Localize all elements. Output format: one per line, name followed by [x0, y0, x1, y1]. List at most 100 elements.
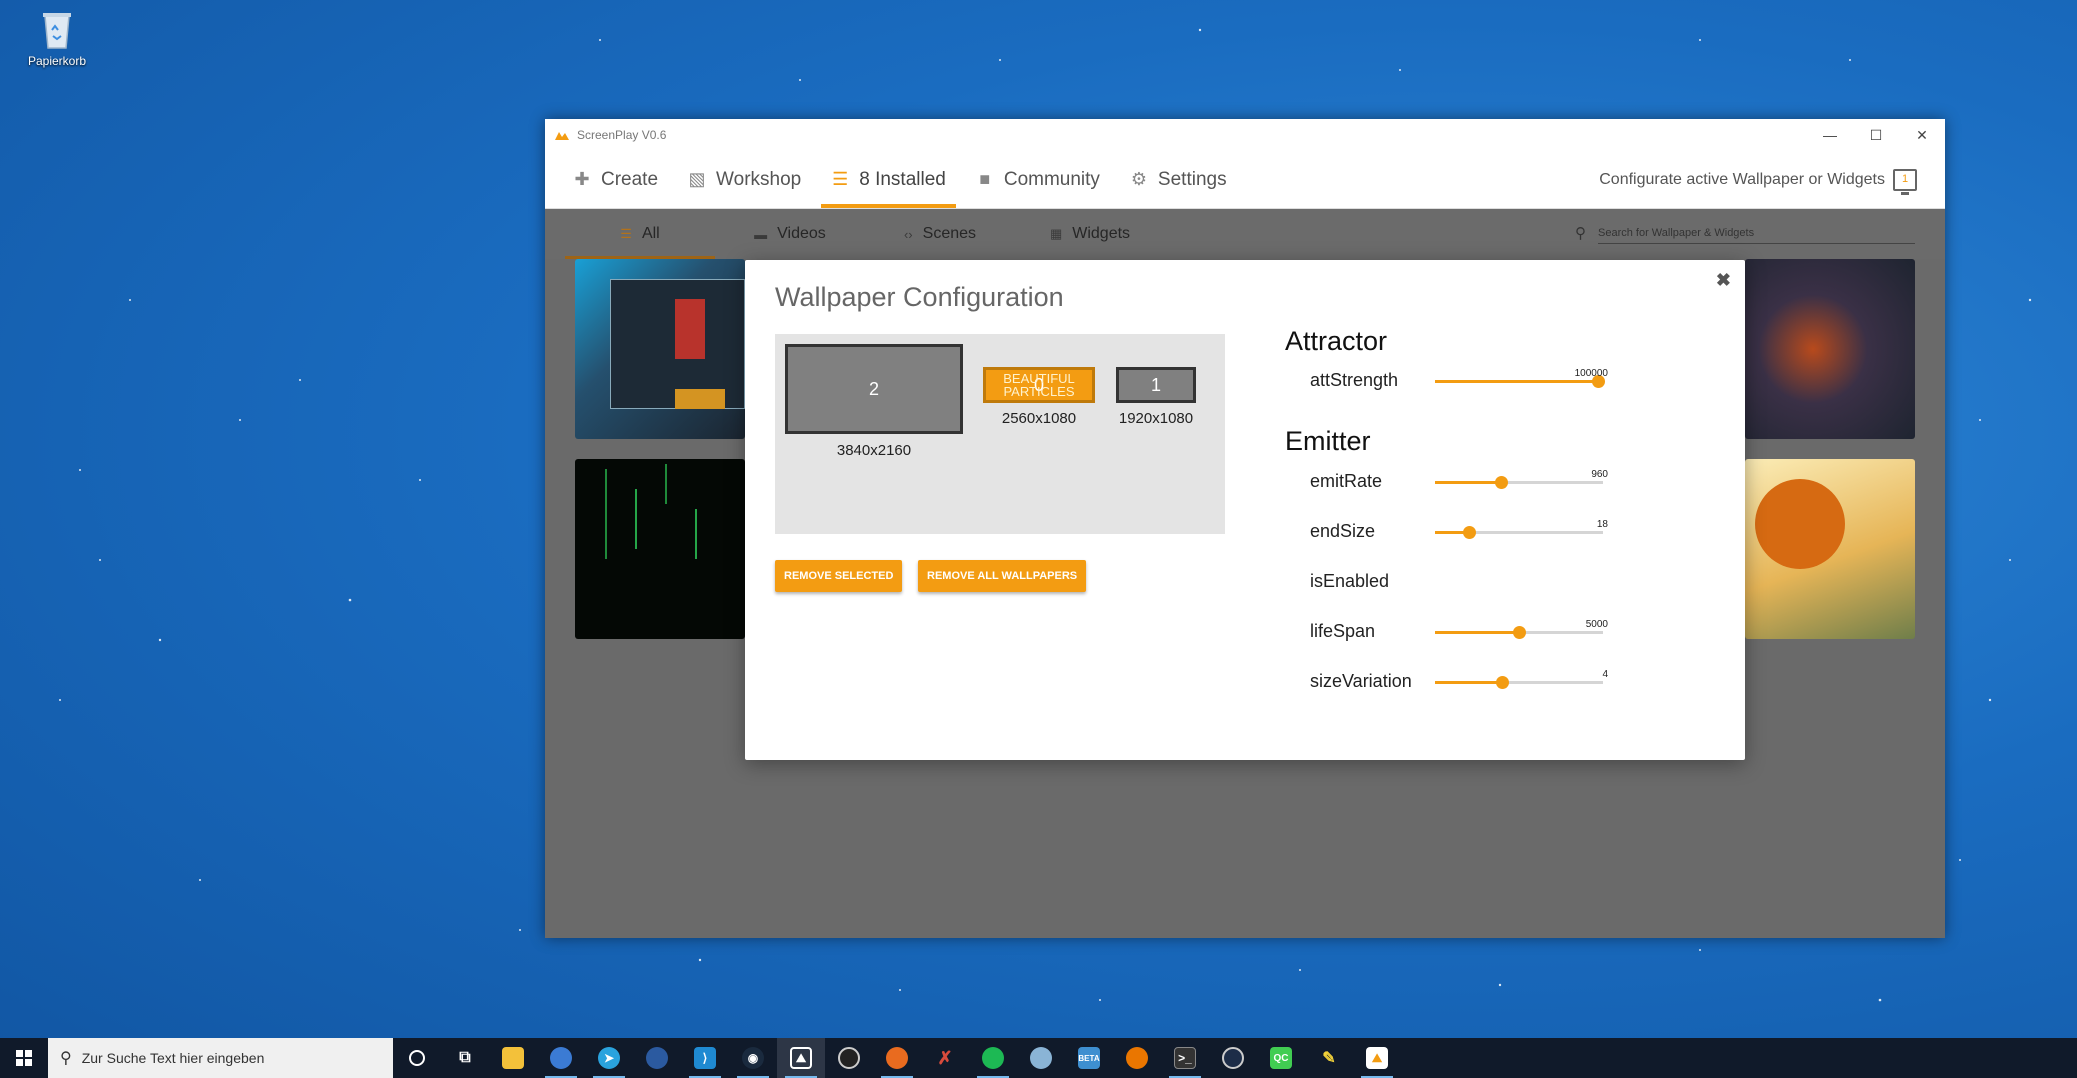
keepass-icon[interactable]: [1209, 1038, 1257, 1078]
close-window-button[interactable]: ✕: [1899, 119, 1945, 151]
beta-icon[interactable]: BETA: [1065, 1038, 1113, 1078]
spotify-icon[interactable]: [969, 1038, 1017, 1078]
property-emitrate: emitRate 960: [1310, 467, 1700, 497]
thunderbird-icon[interactable]: [537, 1038, 585, 1078]
monitor-resolution: 3840x2160: [836, 442, 912, 459]
gitkraken-icon[interactable]: ✗: [921, 1038, 969, 1078]
steam-icon[interactable]: ◉: [729, 1038, 777, 1078]
monitor-0[interactable]: 0 BEAUTIFUL PARTICLES: [983, 367, 1095, 403]
terminal-icon[interactable]: >_: [1161, 1038, 1209, 1078]
nav-workshop[interactable]: ▧ Workshop: [688, 151, 802, 208]
file-explorer-icon[interactable]: [489, 1038, 537, 1078]
monitor-2[interactable]: 2: [785, 344, 963, 434]
close-dialog-button[interactable]: ✖: [1716, 270, 1731, 291]
slider-handle[interactable]: [1513, 626, 1526, 639]
steam-chat-icon[interactable]: [633, 1038, 681, 1078]
screenplay-icon[interactable]: ⛰: [777, 1038, 825, 1078]
property-isenabled: isEnabled: [1310, 567, 1700, 597]
nav-installed[interactable]: ☰ 8 Installed: [821, 151, 956, 208]
property-slider[interactable]: 960: [1435, 469, 1608, 489]
recycle-bin-icon: [43, 13, 71, 49]
remove-all-wallpapers-button[interactable]: REMOVE ALL WALLPAPERS: [918, 560, 1087, 592]
installed-item[interactable]: [1745, 459, 1915, 639]
dialog-title: Wallpaper Configuration: [775, 282, 1064, 312]
tab-scenes[interactable]: ‹› Scenes: [865, 209, 1015, 259]
property-slider[interactable]: 18: [1435, 519, 1608, 539]
vscode-icon[interactable]: ⟩: [681, 1038, 729, 1078]
database-icon: ☰: [620, 226, 632, 241]
search-input[interactable]: [1598, 222, 1915, 244]
taskbar-search-input[interactable]: [81, 1050, 362, 1066]
nav-create[interactable]: ✚ Create: [573, 151, 658, 208]
blender-icon[interactable]: [1113, 1038, 1161, 1078]
property-name: emitRate: [1310, 471, 1383, 491]
slider-handle[interactable]: [1462, 526, 1476, 539]
tab-all[interactable]: ☰ All: [565, 209, 715, 259]
start-button[interactable]: [0, 1038, 48, 1078]
nav-community[interactable]: ■ Community: [976, 151, 1100, 208]
configure-active-label: Configurate active Wallpaper or Widgets: [1599, 170, 1885, 188]
slider-value: 960: [1591, 469, 1608, 480]
screenplay-tray-icon[interactable]: ⛰: [1353, 1038, 1401, 1078]
telegram-icon[interactable]: ➤: [585, 1038, 633, 1078]
plus-icon: ✚: [574, 169, 590, 189]
maximize-button[interactable]: ☐: [1853, 119, 1899, 151]
monitor-1[interactable]: 1: [1116, 367, 1196, 403]
taskbar-search[interactable]: ⚲: [48, 1038, 393, 1078]
tab-videos-label: Videos: [777, 225, 826, 242]
obs-icon[interactable]: [825, 1038, 873, 1078]
property-slider[interactable]: 4: [1435, 669, 1608, 689]
monitor-index: 2: [868, 378, 879, 399]
monitor-selection-area: 2 3840x2160 0 BEAUTIFUL PARTICLES 2560x1…: [775, 334, 1225, 534]
main-navbar: ✚ Create ▧ Workshop ☰ 8 Installed ■ Comm…: [545, 151, 1945, 209]
property-name: attStrength: [1310, 370, 1399, 390]
property-slider[interactable]: 100000: [1435, 368, 1608, 388]
monitor-icon: 1: [1893, 168, 1917, 195]
nav-settings-label: Settings: [1157, 168, 1227, 190]
property-sizevariation: sizeVariation 4: [1310, 667, 1700, 697]
windows-taskbar: ⚲ ⧉ ➤ ⟩ ◉ ⛰ ✗ BETA >_ QC ✎ ⛰: [0, 1038, 2077, 1078]
property-name: sizeVariation: [1310, 671, 1412, 691]
wallpaper-search: ⚲: [1575, 217, 1915, 249]
window-titlebar[interactable]: ScreenPlay V0.6 — ☐ ✕: [545, 119, 1945, 151]
property-name: lifeSpan: [1310, 621, 1376, 641]
tab-scenes-label: Scenes: [922, 225, 977, 242]
widgets-icon: ▦: [1049, 226, 1063, 241]
windows-logo-icon: [16, 1050, 32, 1066]
property-name: isEnabled: [1310, 571, 1390, 591]
database-icon: ☰: [832, 169, 849, 189]
gear-icon: ⚙: [1130, 169, 1147, 189]
recycle-bin-shortcut[interactable]: Papierkorb: [22, 8, 92, 68]
nav-community-label: Community: [1003, 168, 1100, 190]
minimize-button[interactable]: —: [1807, 119, 1853, 151]
qt-creator-icon[interactable]: QC: [1257, 1038, 1305, 1078]
section-emitter: Emitter: [1285, 426, 1371, 456]
installed-item[interactable]: [1745, 259, 1915, 439]
slider-handle[interactable]: [1494, 476, 1508, 489]
tab-widgets[interactable]: ▦ Widgets: [1015, 209, 1165, 259]
github-desktop-icon[interactable]: [1017, 1038, 1065, 1078]
slider-value: 5000: [1585, 619, 1608, 630]
inkscape-icon[interactable]: ✎: [1305, 1038, 1353, 1078]
active-wallpaper-preview: BEAUTIFUL PARTICLES: [1003, 371, 1075, 399]
property-slider[interactable]: 5000: [1435, 619, 1608, 639]
workshop-icon: ▧: [688, 169, 706, 189]
window-title: ScreenPlay V0.6: [577, 128, 667, 142]
slider-value: 100000: [1574, 368, 1608, 379]
remove-selected-button[interactable]: REMOVE SELECTED: [775, 560, 903, 592]
nav-settings[interactable]: ⚙ Settings: [1130, 151, 1227, 208]
slider-handle[interactable]: [1496, 676, 1510, 689]
tab-videos[interactable]: ▬ Videos: [715, 209, 865, 259]
cortana-icon[interactable]: [393, 1038, 441, 1078]
configure-active-button[interactable]: Configurate active Wallpaper or Widgets …: [1599, 151, 1945, 208]
search-icon: ⚲: [60, 1050, 72, 1067]
firefox-icon[interactable]: [873, 1038, 921, 1078]
slider-value: 18: [1596, 519, 1608, 530]
screenplay-logo-icon: [555, 132, 569, 140]
active-count-badge: 1: [1901, 172, 1909, 185]
installed-item[interactable]: [575, 459, 745, 639]
task-view-icon[interactable]: ⧉: [441, 1038, 489, 1078]
installed-item[interactable]: [575, 259, 745, 439]
section-attractor: Attractor: [1285, 326, 1388, 356]
monitor-resolution: 1920x1080: [1118, 410, 1194, 427]
